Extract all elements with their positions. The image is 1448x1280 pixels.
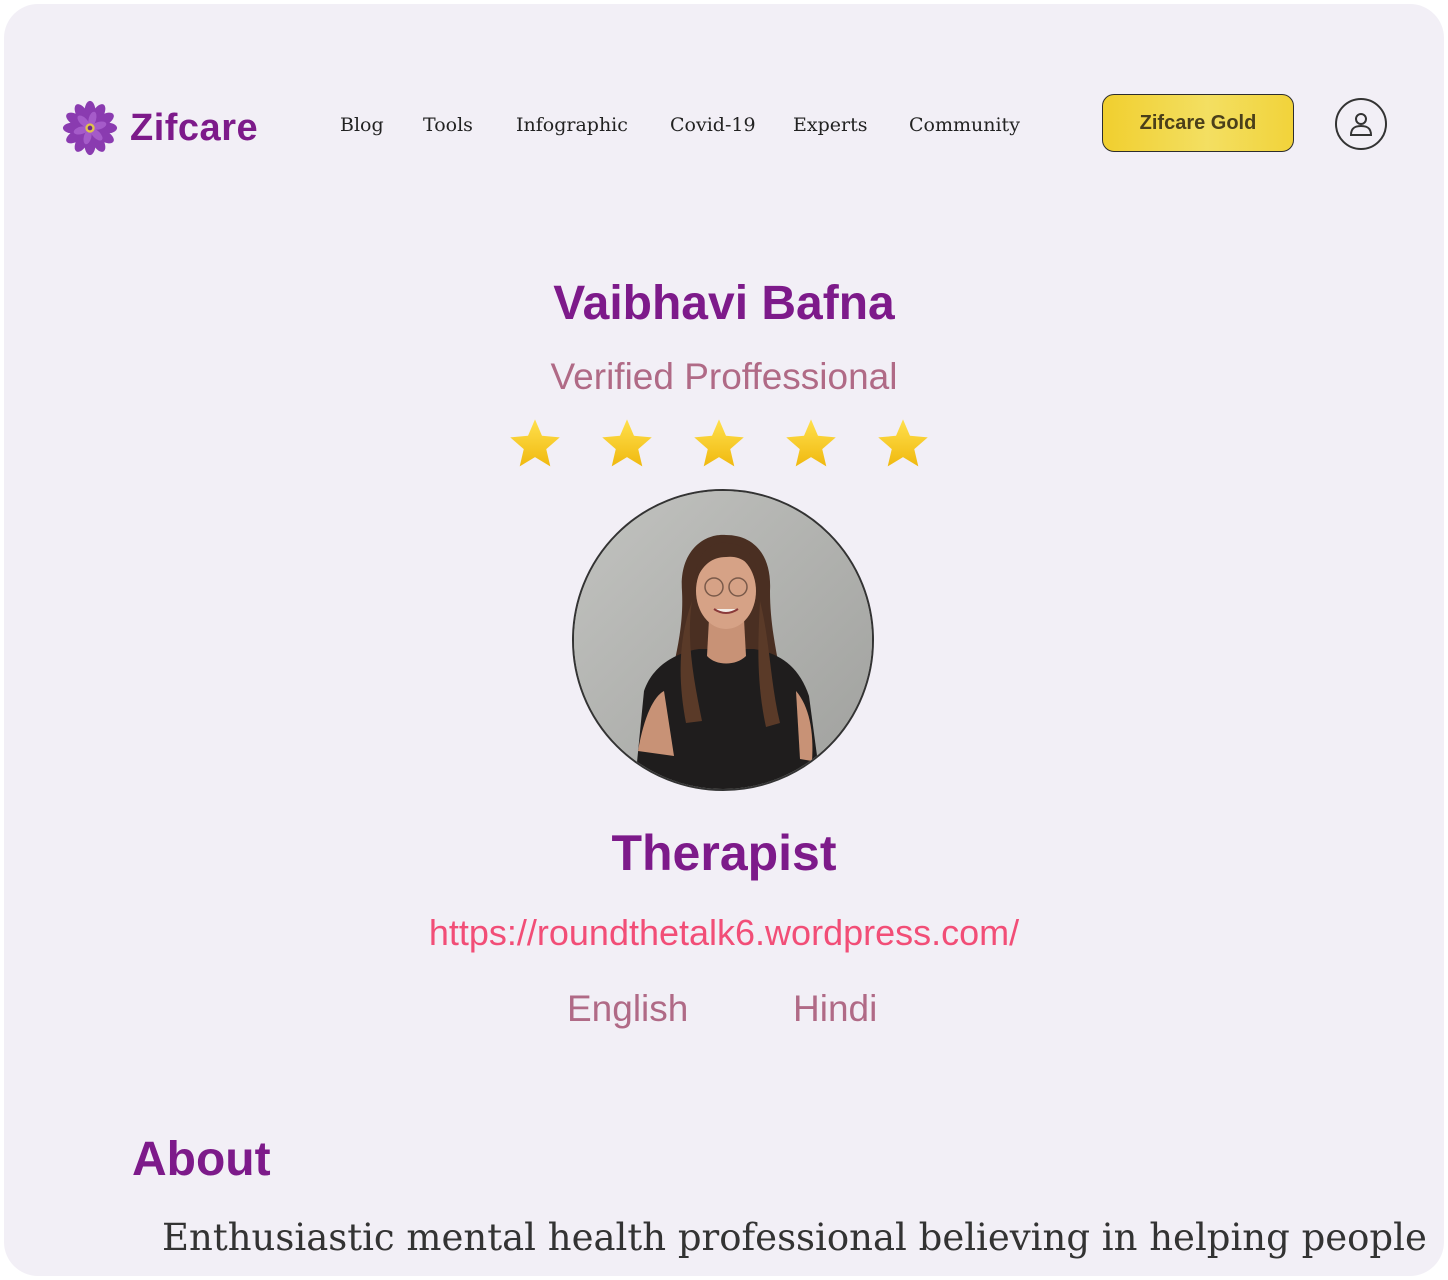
nav-experts[interactable]: Experts (793, 114, 867, 136)
nav-blog[interactable]: Blog (340, 114, 384, 136)
nav-tools[interactable]: Tools (423, 114, 473, 136)
about-text: Enthusiastic mental health professional … (162, 1216, 1427, 1259)
nav-community[interactable]: Community (909, 114, 1020, 136)
rating-stars (508, 416, 930, 470)
user-account-button[interactable] (1335, 98, 1387, 150)
zifcare-gold-button[interactable]: Zifcare Gold (1102, 94, 1294, 152)
page-frame: Zifcare Blog Tools Infographic Covid-19 … (4, 4, 1444, 1276)
expert-role: Therapist (611, 825, 837, 881)
star-icon (602, 419, 652, 467)
nav-infographic[interactable]: Infographic (516, 114, 628, 136)
nav-covid-19[interactable]: Covid-19 (670, 114, 756, 136)
expert-name: Vaibhavi Bafna (553, 277, 895, 330)
star-icon (510, 419, 560, 467)
language-english: English (567, 988, 689, 1029)
user-icon (1349, 113, 1373, 136)
about-heading: About (132, 1133, 271, 1186)
verified-status: Verified Proffessional (550, 356, 898, 397)
star-icon (786, 419, 836, 467)
star-icon (878, 419, 928, 467)
profile-photo (572, 489, 874, 791)
language-hindi: Hindi (793, 988, 878, 1029)
star-icon (694, 419, 744, 467)
website-link[interactable]: https://roundthetalk6.wordpress.com/ (429, 912, 1019, 953)
website-row: https://roundthetalk6.wordpress.com/ (4, 912, 1444, 954)
